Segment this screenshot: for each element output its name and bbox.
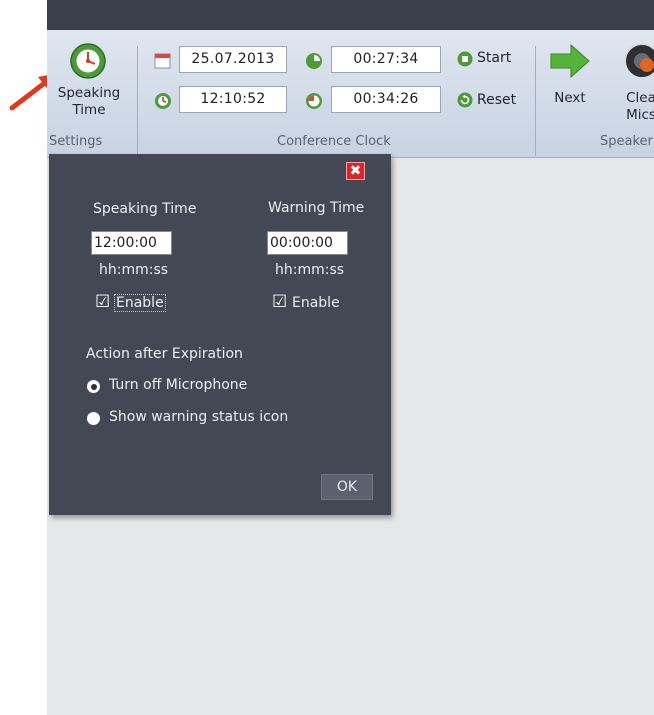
checkmark-icon: ☑ xyxy=(95,292,111,312)
remaining-timer-icon xyxy=(306,93,322,109)
date-field[interactable]: 25.07.2013 xyxy=(179,46,287,73)
group-divider xyxy=(137,46,138,156)
calendar-icon xyxy=(154,53,171,69)
format-hint-warning: hh:mm:ss xyxy=(275,262,345,278)
next-speaker-button[interactable]: Next xyxy=(543,42,597,122)
clock-icon xyxy=(70,43,106,79)
close-button[interactable]: ✖ xyxy=(346,162,365,180)
close-icon: ✖ xyxy=(349,163,362,179)
ribbon-toolbar: Speaking Time Settings 25.07.2013 12:10:… xyxy=(47,30,654,158)
radio-unselected-icon xyxy=(87,412,100,425)
speaking-time-label-line1: Speaking xyxy=(57,85,121,101)
ok-button[interactable]: OK xyxy=(321,474,373,500)
enable-warning-checkbox[interactable]: ☑ Enable xyxy=(272,292,348,314)
speaking-time-label-line2: Time xyxy=(72,102,106,118)
remaining-time-field[interactable]: 00:34:26 xyxy=(331,86,441,113)
speaking-time-dialog: ✖ Speaking Time Warning Time 12:00:00 00… xyxy=(49,154,391,515)
clear-mics-label-line2: Mics xyxy=(626,107,654,123)
app-window: Speaking Time Settings 25.07.2013 12:10:… xyxy=(47,0,654,715)
title-bar xyxy=(47,0,654,30)
enable-speaking-label: Enable xyxy=(114,294,166,312)
warning-time-heading: Warning Time xyxy=(268,200,365,216)
group-divider xyxy=(535,46,536,156)
radio-turn-off-microphone[interactable]: Turn off Microphone xyxy=(87,376,287,396)
start-icon xyxy=(457,51,473,67)
next-arrow-icon xyxy=(550,44,590,78)
clear-mics-label-line1: Clea xyxy=(626,90,654,106)
group-label-speaker: Speaker xyxy=(600,134,653,149)
enable-speaking-checkbox[interactable]: ☑ Enable xyxy=(95,292,171,314)
speaking-time-input[interactable]: 12:00:00 xyxy=(91,231,172,255)
action-after-expiration-heading: Action after Expiration xyxy=(86,346,243,362)
group-label-settings: Settings xyxy=(49,134,103,149)
reset-button[interactable]: Reset xyxy=(457,90,527,112)
speaking-time-heading: Speaking Time xyxy=(93,201,197,217)
warning-time-input[interactable]: 00:00:00 xyxy=(267,231,348,255)
clock-small-icon xyxy=(155,93,171,109)
microphone-off-icon xyxy=(624,43,654,79)
radio-show-warning-icon[interactable]: Show warning status icon xyxy=(87,408,307,428)
radio-show-warning-icon-label: Show warning status icon xyxy=(109,409,289,425)
group-label-conference-clock: Conference Clock xyxy=(277,134,391,149)
elapsed-timer-icon xyxy=(306,53,322,69)
elapsed-time-field[interactable]: 00:27:34 xyxy=(331,46,441,73)
checkmark-icon: ☑ xyxy=(272,292,288,312)
next-label: Next xyxy=(554,90,586,106)
reset-label: Reset xyxy=(477,92,517,108)
radio-selected-icon xyxy=(87,380,100,393)
clear-mics-button[interactable]: Clea Mics xyxy=(613,40,654,125)
time-field[interactable]: 12:10:52 xyxy=(179,86,287,113)
radio-turn-off-microphone-label: Turn off Microphone xyxy=(109,377,248,393)
enable-warning-label: Enable xyxy=(292,295,340,311)
start-label: Start xyxy=(477,50,512,66)
format-hint-speaking: hh:mm:ss xyxy=(99,262,169,278)
reset-icon xyxy=(457,92,473,108)
start-button[interactable]: Start xyxy=(457,48,527,70)
speaking-time-button[interactable]: Speaking Time xyxy=(53,40,125,125)
